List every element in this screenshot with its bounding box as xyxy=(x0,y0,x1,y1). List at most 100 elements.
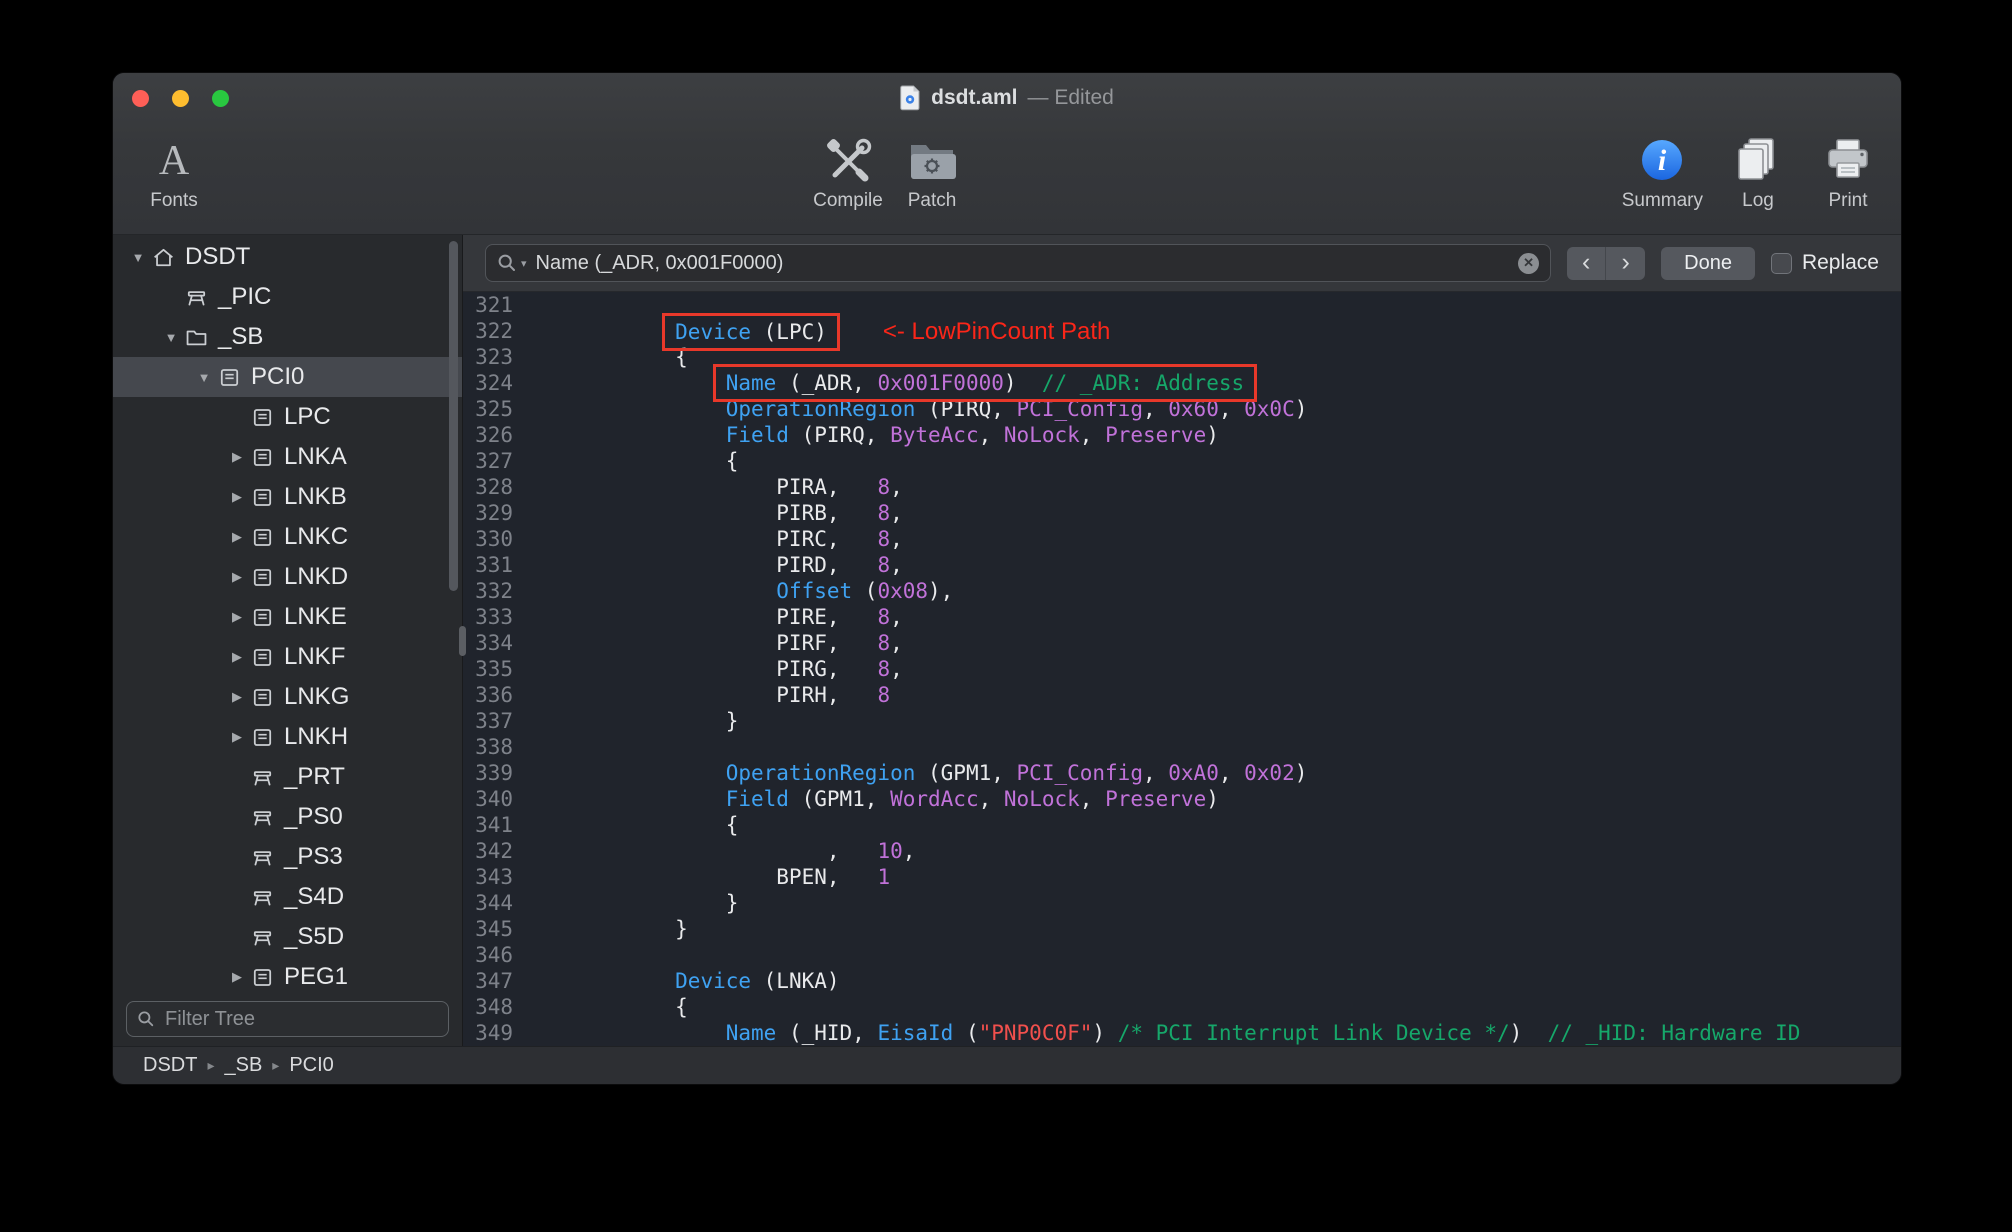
sidebar-item-pci0[interactable]: ▼ PCI0 xyxy=(113,357,462,397)
annotation-box: Device (LPC) xyxy=(662,313,840,351)
breadcrumb-item[interactable]: _SB xyxy=(224,1054,262,1077)
sidebar-item-lpc[interactable]: LPC xyxy=(113,397,462,437)
disclosure-triangle-icon[interactable]: ▶ xyxy=(224,649,250,665)
disclosure-triangle-icon[interactable]: ▶ xyxy=(224,689,250,705)
breadcrumb-separator-icon: ▸ xyxy=(207,1057,215,1073)
breadcrumb-item[interactable]: PCI0 xyxy=(289,1054,333,1077)
sidebar-item-ps3[interactable]: _PS3 xyxy=(113,837,462,877)
find-next-button[interactable]: › xyxy=(1606,246,1646,280)
disclosure-triangle-icon[interactable]: ▶ xyxy=(224,529,250,545)
sidebar-item-label: _S5D xyxy=(284,923,345,950)
maciasl-window: dsdt.aml — Edited A Fonts Compile Patch iS… xyxy=(113,73,1901,1084)
code-line: PIRC, 8, xyxy=(574,527,903,551)
search-field[interactable]: ▾ ✕ xyxy=(485,244,1552,282)
sidebar-divider[interactable] xyxy=(459,235,466,1046)
sidebar-item-dsdt[interactable]: ▼ DSDT xyxy=(113,237,462,277)
sidebar-item-pic[interactable]: _PIC xyxy=(113,277,462,317)
clear-search-icon[interactable]: ✕ xyxy=(1518,252,1540,274)
code-line: Offset (0x08), xyxy=(776,579,954,603)
line-number: 345 xyxy=(475,917,513,941)
close-button[interactable] xyxy=(132,89,149,107)
code-line: Device (LNKA) xyxy=(675,969,840,993)
toolbar-button-patch[interactable]: Patch xyxy=(897,131,967,212)
sidebar-item-lnke[interactable]: ▶ LNKE xyxy=(113,597,462,637)
disclosure-triangle-icon[interactable]: ▶ xyxy=(224,489,250,505)
toolbar-button-label: Patch xyxy=(907,190,957,211)
line-number: 347 xyxy=(475,969,513,993)
code-line: Device (LPC) <- LowPinCount Path xyxy=(574,313,1901,351)
sidebar-scrollbar-thumb[interactable] xyxy=(449,241,458,591)
toolbar-button-compile[interactable]: Compile xyxy=(813,131,883,212)
code-line: OperationRegion (PIRQ, PCI_Config, 0x60,… xyxy=(725,397,1308,421)
replace-label: Replace xyxy=(1801,251,1879,274)
line-number: 328 xyxy=(475,475,513,499)
sidebar-item-ps0[interactable]: _PS0 xyxy=(113,797,462,837)
fonts-a-icon: A xyxy=(151,131,197,189)
line-number: 340 xyxy=(475,787,513,811)
code-line: PIRD, 8, xyxy=(574,553,903,577)
replace-option[interactable]: Replace xyxy=(1770,251,1879,275)
code-line: Name (_ADR, 0x001F0000) // _ADR: Address xyxy=(574,364,1901,402)
done-button[interactable]: Done xyxy=(1661,246,1755,280)
code-lines[interactable]: Device (LPC) <- LowPinCount Path { Name (… xyxy=(527,292,1901,1046)
chevron-down-icon[interactable]: ▾ xyxy=(521,257,527,270)
sidebar-item-peg1[interactable]: ▶ PEG1 xyxy=(113,957,462,997)
sidebar-item-sb[interactable]: ▼ _SB xyxy=(113,317,462,357)
method-icon xyxy=(250,805,282,830)
breadcrumb-item[interactable]: DSDT xyxy=(143,1054,197,1077)
sidebar-item-label: LNKF xyxy=(284,643,346,670)
code-editor[interactable]: 321 322 323 324 325 326 327 328 329 330 331 332 333 3… xyxy=(463,292,1901,1046)
status-bar: DSDT ▸ _SB ▸ PCI0 xyxy=(113,1046,1901,1084)
disclosure-triangle-icon[interactable]: ▶ xyxy=(224,569,250,585)
sidebar-item-prt[interactable]: _PRT xyxy=(113,757,462,797)
find-bar: ▾ ✕ ‹ › Done Replace xyxy=(463,235,1901,292)
toolbar-button-summary[interactable]: i Summary xyxy=(1622,131,1703,212)
device-icon xyxy=(250,605,282,630)
disclosure-triangle-icon[interactable]: ▶ xyxy=(224,609,250,625)
sidebar-item-lnkg[interactable]: ▶ LNKG xyxy=(113,677,462,717)
main-pane: ▾ ✕ ‹ › Done Replace 3213223233243253263… xyxy=(463,235,1901,1046)
device-icon xyxy=(250,565,282,590)
toolbar-button-label: Log xyxy=(1742,190,1774,211)
sidebar-item-lnka[interactable]: ▶ LNKA xyxy=(113,437,462,477)
sidebar-item-s4d[interactable]: _S4D xyxy=(113,877,462,917)
sidebar-item-lnkf[interactable]: ▶ LNKF xyxy=(113,637,462,677)
search-icon[interactable] xyxy=(497,253,517,273)
toolbar-button-fonts[interactable]: A Fonts xyxy=(139,131,209,212)
sidebar-item-lnkh[interactable]: ▶ LNKH xyxy=(113,717,462,757)
line-number: 336 xyxy=(475,683,513,707)
filter-tree-field[interactable] xyxy=(126,1001,449,1037)
window-title-edited: — Edited xyxy=(1027,86,1114,109)
sidebar-item-lnkc[interactable]: ▶ LNKC xyxy=(113,517,462,557)
sidebar-item-lnkd[interactable]: ▶ LNKD xyxy=(113,557,462,597)
disclosure-triangle-icon[interactable]: ▶ xyxy=(224,449,250,465)
disclosure-triangle-icon[interactable]: ▼ xyxy=(125,250,151,265)
disclosure-triangle-icon[interactable]: ▼ xyxy=(158,330,184,345)
sidebar-item-s5d[interactable]: _S5D xyxy=(113,917,462,957)
window-title: dsdt.aml — Edited xyxy=(900,85,1114,111)
minimize-button[interactable] xyxy=(172,89,189,107)
sidebar-tree: ▼ DSDT _PIC ▼ _SB ▼ PCI0 LPC ▶ LNKA ▶ LNKB ▶ LNKC ▶ LNK… xyxy=(113,235,462,997)
toolbar-button-log[interactable]: Log xyxy=(1723,131,1793,212)
find-previous-button[interactable]: ‹ xyxy=(1567,246,1607,280)
toolbar-group-right: i Summary Log Print xyxy=(1622,131,1883,212)
sidebar-item-label: LNKE xyxy=(284,603,347,630)
window-content: ▼ DSDT _PIC ▼ _SB ▼ PCI0 LPC ▶ LNKA ▶ LNKB ▶ LNKC ▶ LNK… xyxy=(113,235,1901,1046)
sidebar-item-lnkb[interactable]: ▶ LNKB xyxy=(113,477,462,517)
disclosure-triangle-icon[interactable]: ▼ xyxy=(191,370,217,385)
line-number: 330 xyxy=(475,527,513,551)
toolbar-button-print[interactable]: Print xyxy=(1813,131,1883,212)
zoom-button[interactable] xyxy=(212,89,229,107)
replace-checkbox[interactable] xyxy=(1770,252,1792,274)
line-number: 337 xyxy=(475,709,513,733)
filter-tree-input[interactable] xyxy=(163,1006,438,1032)
divider-grip[interactable] xyxy=(459,625,466,656)
disclosure-triangle-icon[interactable]: ▶ xyxy=(224,729,250,745)
titlebar[interactable]: dsdt.aml — Edited xyxy=(113,73,1901,123)
search-input[interactable] xyxy=(533,250,1512,276)
disclosure-triangle-icon[interactable]: ▶ xyxy=(224,969,250,985)
toolbar-button-label: Summary xyxy=(1621,190,1703,211)
